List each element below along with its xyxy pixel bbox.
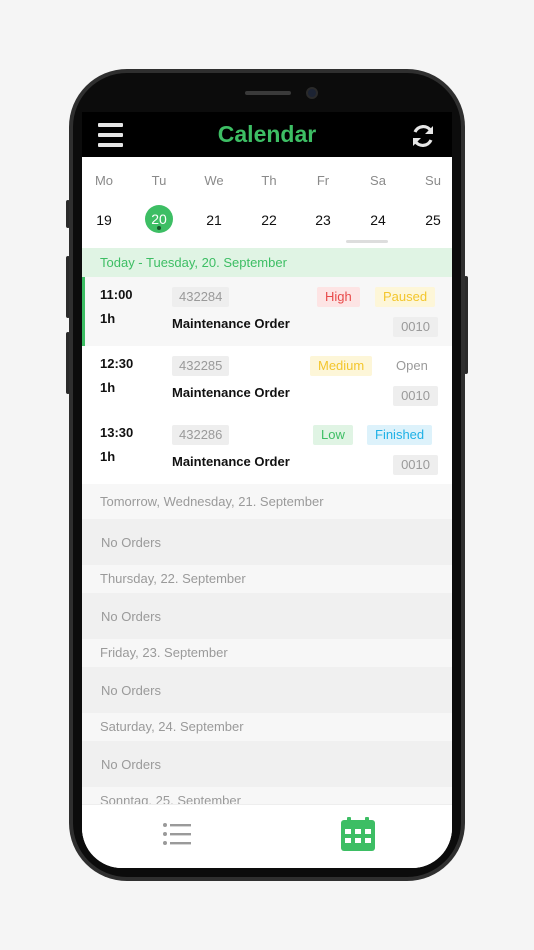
day-date: 22 — [261, 212, 277, 228]
week-strip: Mo 19 Tu 20 We 21 Th 22 Fr 23 Sa 24 Su 2… — [82, 157, 452, 248]
day-date: 25 — [425, 212, 441, 228]
order-time: 12:30 — [100, 356, 134, 371]
operation-code: 0010 — [393, 386, 438, 406]
no-orders-text: No Orders — [82, 667, 452, 713]
order-time: 11:00 — [100, 287, 133, 302]
priority-badge: High — [317, 287, 360, 307]
day-name: Mo — [94, 173, 114, 188]
order-number: 432286 — [172, 425, 230, 445]
front-camera — [306, 87, 318, 99]
day-header: Tomorrow, Wednesday, 21. September — [82, 484, 452, 519]
no-orders-text: No Orders — [82, 593, 452, 639]
calendar-icon[interactable] — [340, 816, 376, 852]
app-screen: Calendar Mo 19 Tu 20 We 21 Th 22 Fr 23 S… — [82, 112, 452, 868]
order-type: Maintenance Order — [172, 385, 290, 400]
active-indicator — [82, 277, 85, 346]
week-drag-handle[interactable] — [346, 240, 388, 243]
day-name: Fr — [316, 173, 330, 188]
operation-code: 0010 — [393, 317, 438, 337]
no-orders-text: No Orders — [82, 519, 452, 565]
day-date: 23 — [315, 212, 331, 228]
priority-badge: Low — [313, 425, 353, 445]
day-name: Sa — [370, 173, 386, 188]
day-date: 21 — [206, 212, 222, 228]
status-badge: Finished — [367, 425, 433, 445]
status-badge: Open — [388, 356, 436, 376]
order-number: 432285 — [172, 356, 230, 376]
order-time: 13:30 — [100, 425, 134, 440]
day-date: 24 — [370, 212, 386, 228]
no-orders-text: No Orders — [82, 741, 452, 787]
order-row[interactable]: 13:30 1h 432286 Maintenance Order Low Fi… — [82, 415, 452, 484]
status-badge: Paused — [375, 287, 436, 307]
bottom-tab-bar — [82, 804, 452, 868]
refresh-icon[interactable] — [410, 123, 436, 149]
hamburger-menu-icon[interactable] — [98, 123, 123, 147]
order-duration: 1h — [100, 449, 116, 464]
order-row[interactable]: 11:00 1h 432284 Maintenance Order High P… — [82, 277, 452, 346]
agenda-list: Today - Tuesday, 20. September 11:00 1h … — [82, 248, 452, 804]
operation-code: 0010 — [393, 455, 438, 475]
day-name: Su — [425, 173, 441, 188]
list-icon[interactable] — [162, 822, 192, 846]
priority-badge: Medium — [310, 356, 373, 376]
day-name: We — [204, 173, 224, 188]
order-row[interactable]: 12:30 1h 432285 Maintenance Order Medium… — [82, 346, 452, 415]
speaker-grille — [245, 91, 291, 95]
day-header: Saturday, 24. September — [82, 713, 452, 741]
event-dot — [157, 226, 161, 230]
day-header: Friday, 23. September — [82, 639, 452, 667]
order-duration: 1h — [100, 311, 116, 326]
day-header: Thursday, 22. September — [82, 565, 452, 593]
order-number: 432284 — [172, 287, 230, 307]
day-name: Tu — [151, 173, 167, 188]
day-date: 19 — [96, 212, 112, 228]
day-name: Th — [261, 173, 277, 188]
order-type: Maintenance Order — [172, 454, 290, 469]
order-type: Maintenance Order — [172, 316, 290, 331]
day-header: Sonntag, 25. September — [82, 787, 452, 804]
today-header: Today - Tuesday, 20. September — [82, 248, 452, 277]
order-duration: 1h — [100, 380, 116, 395]
app-header: Calendar — [82, 112, 452, 157]
page-title: Calendar — [217, 121, 317, 147]
